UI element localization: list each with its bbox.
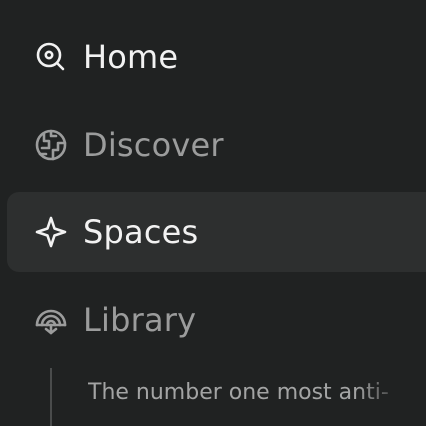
sidebar-item-label: Library [83,301,197,339]
sidebar-item-label: Home [83,38,179,76]
sidebar-item-library[interactable]: Library [7,280,426,360]
library-thread-line [50,368,52,426]
sparkle-icon [34,215,68,249]
sidebar-item-label: Discover [83,126,224,164]
globe-icon [34,128,68,162]
sidebar-item-spaces[interactable]: Spaces [7,192,426,272]
sidebar-nav: Home Discover Spaces Library The number … [0,0,426,426]
library-icon [34,303,68,337]
library-thread-item[interactable]: The number one most anti- [88,375,408,409]
sidebar-item-home[interactable]: Home [7,17,426,97]
search-icon [34,40,68,74]
sidebar-item-label: Spaces [83,213,199,251]
sidebar-item-discover[interactable]: Discover [7,105,426,185]
